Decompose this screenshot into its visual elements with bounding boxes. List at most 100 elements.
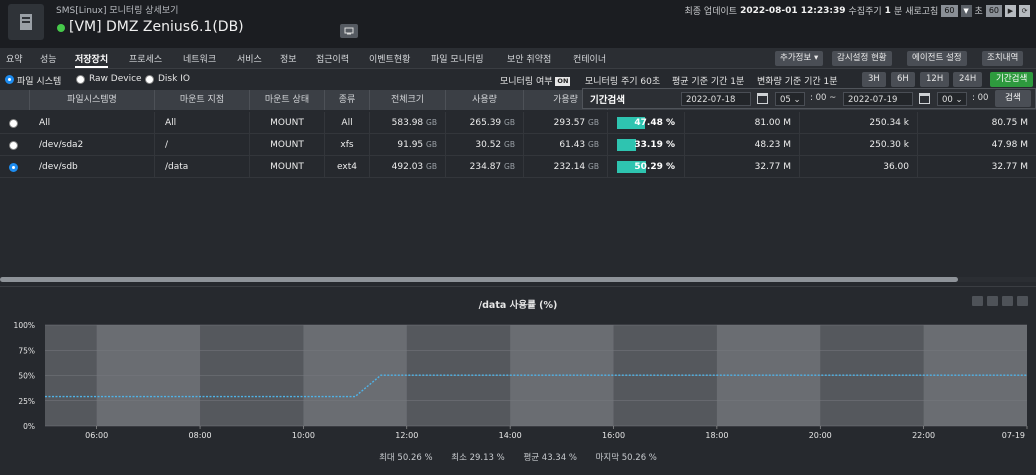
tab-network[interactable]: 네트워크 — [183, 52, 216, 65]
x-tick-label: 18:00 — [705, 431, 728, 440]
filesystem-radio[interactable] — [5, 75, 14, 84]
agent-setting-button[interactable]: 에이전트 설정 — [907, 51, 967, 66]
range-24h-button[interactable]: 24H — [953, 72, 983, 87]
search-button[interactable]: 검색 — [995, 90, 1031, 107]
line-chart-icon[interactable] — [972, 296, 983, 306]
refresh-icon[interactable]: ⟳ — [1019, 4, 1030, 17]
tab-storage[interactable]: 저장장치 — [75, 52, 109, 68]
cell-metric-2: 250.30 k — [800, 134, 918, 156]
cell-used: 234.87 GB — [446, 156, 524, 178]
cell-metric-2: 36.00 — [800, 156, 918, 178]
usage-label: 47.48 % — [634, 118, 675, 128]
start-hour-value: 05 — [780, 95, 791, 105]
th-used[interactable]: 사용량 — [446, 90, 524, 110]
x-tick-label: 22:00 — [912, 431, 935, 440]
cell-used: 265.39 GB — [446, 112, 524, 134]
usage-label: 33.19 % — [634, 140, 675, 150]
cell-avail: 232.14 GB — [524, 156, 608, 178]
chart-title: /data 사용률 (%) — [478, 300, 558, 311]
cell-metric-1: 81.00 M — [685, 112, 800, 134]
start-date-input[interactable]: 2022-07-18 — [681, 92, 751, 106]
unit-label: GB — [504, 162, 515, 171]
refresh-select[interactable]: 60 — [941, 4, 958, 17]
collect-label: 수집주기 — [848, 7, 882, 17]
th-mount-point[interactable]: 마운트 지점 — [155, 90, 250, 110]
y-tick-label: 100% — [14, 321, 35, 330]
print-icon[interactable] — [1017, 296, 1028, 306]
table-row[interactable]: All All MOUNT All 583.98 GB 265.39 GB 29… — [0, 112, 1036, 134]
tab-container[interactable]: 컨테이너 — [573, 52, 606, 65]
range-12h-button[interactable]: 12H — [920, 72, 950, 87]
range-6h-button[interactable]: 6H — [891, 72, 915, 87]
page-subtitle: SMS[Linux] 모니터링 상세보기 — [56, 6, 179, 16]
start-hour-select[interactable]: 05 ⌄ — [775, 92, 805, 106]
watch-status-button[interactable]: 감시설정 현황 — [832, 51, 892, 66]
x-tick-label: 10:00 — [292, 431, 315, 440]
end-date-input[interactable]: 2022-07-19 — [843, 92, 913, 106]
tab-security-vuln[interactable]: 보안 취약점 — [507, 52, 551, 65]
cell-metric-3: 80.75 M — [991, 118, 1028, 128]
row-radio[interactable] — [9, 141, 18, 150]
collect-value: 1 — [884, 5, 891, 16]
period-search-panel: 기간검색 2022-07-18 05 ⌄ : 00 ~ 2022-07-19 0… — [582, 88, 1036, 109]
monitoring-status: 모니터링 여부 ON — [500, 74, 571, 87]
calendar-icon[interactable] — [919, 93, 930, 104]
sec-input[interactable]: 60 — [985, 4, 1002, 17]
range-3h-button[interactable]: 3H — [862, 72, 886, 87]
disk-io-radio[interactable] — [145, 75, 154, 84]
action-history-button[interactable]: 조치내역 — [982, 51, 1024, 66]
period-search-button[interactable]: 기간검색 — [990, 72, 1034, 87]
extra-info-button[interactable]: 추가정보 ▾ — [775, 51, 824, 66]
play-icon[interactable]: ▶ — [1005, 4, 1016, 17]
stat-min: 최소 29.13 % — [451, 453, 505, 463]
monitoring-label: 모니터링 여부 — [500, 77, 553, 87]
cell-used: 30.52 GB — [446, 134, 524, 156]
calendar-icon[interactable] — [757, 93, 768, 104]
tab-info[interactable]: 정보 — [280, 52, 297, 65]
y-tick-label: 75% — [18, 346, 35, 355]
row-radio[interactable] — [9, 163, 18, 172]
horizontal-scrollbar-thumb[interactable] — [0, 277, 958, 282]
monitor-icon[interactable] — [340, 24, 358, 38]
cell-usage: 33.19 % — [608, 134, 685, 156]
chevron-down-icon[interactable]: ▼ — [960, 4, 972, 17]
monitoring-cycle: 모니터링 주기 60초 — [585, 77, 661, 87]
tab-service[interactable]: 서비스 — [237, 52, 262, 65]
x-tick-label: 20:00 — [809, 431, 832, 440]
table-row[interactable]: /dev/sda2 / MOUNT xfs 91.95 GB 30.52 GB … — [0, 134, 1036, 156]
th-mount-state[interactable]: 마운트 상태 — [250, 90, 325, 110]
tab-performance[interactable]: 성능 — [40, 52, 57, 65]
tab-file-monitoring[interactable]: 파일 모니터링 — [431, 52, 484, 65]
chart-stats: 최대 50.26 % 최소 29.13 % 평균 43.34 % 마지막 50.… — [0, 451, 1036, 463]
raw-device-radio[interactable] — [76, 75, 85, 84]
table-view-icon[interactable] — [987, 296, 998, 306]
raw-device-label: Raw Device — [89, 74, 142, 84]
cell-filesystem: All — [30, 112, 155, 134]
x-tick-label: 16:00 — [602, 431, 625, 440]
cell-usage: 50.29 % — [608, 156, 685, 178]
chart-toolbar — [972, 296, 1028, 306]
tab-access-history[interactable]: 접근이력 — [316, 52, 349, 65]
th-select — [0, 90, 30, 110]
server-title: [VM] DMZ Zenius6.1(DB) — [69, 19, 244, 35]
cell-state: MOUNT — [250, 134, 325, 156]
avail-value: 293.57 — [553, 118, 586, 128]
tab-process[interactable]: 프로세스 — [129, 52, 162, 65]
row-radio[interactable] — [9, 119, 18, 128]
th-filesystem[interactable]: 파일시스템명 — [30, 90, 155, 110]
x-tick-label: 07-19 — [1002, 431, 1025, 440]
tab-summary[interactable]: 요약 — [6, 52, 23, 65]
tab-event-status[interactable]: 이벤트현황 — [369, 52, 410, 65]
end-hour-select[interactable]: 00 ⌄ — [937, 92, 967, 106]
y-tick-label: 25% — [18, 397, 35, 406]
x-tick-label: 08:00 — [189, 431, 212, 440]
table-row[interactable]: /dev/sdb /data MOUNT ext4 492.03 GB 234.… — [0, 156, 1036, 178]
cell-usage: 47.48 % — [608, 112, 685, 134]
cell-state: MOUNT — [250, 156, 325, 178]
th-type[interactable]: 종류 — [325, 90, 370, 110]
unit-label: GB — [588, 162, 599, 171]
used-value: 265.39 — [469, 118, 502, 128]
th-total[interactable]: 전체크기 — [370, 90, 446, 110]
total-value: 583.98 — [391, 118, 424, 128]
excel-icon[interactable] — [1002, 296, 1013, 306]
